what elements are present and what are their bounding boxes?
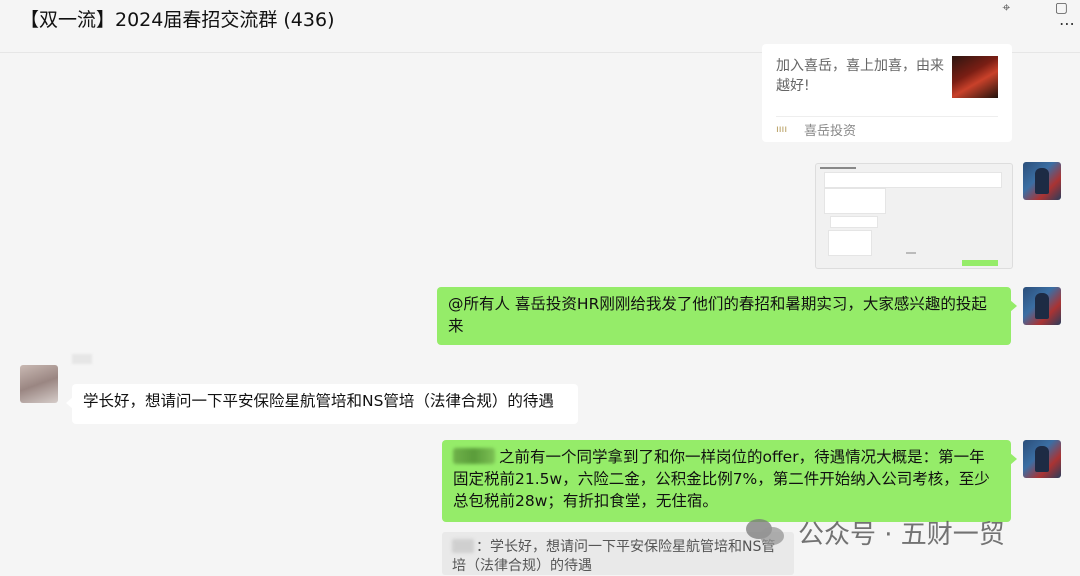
link-card-message[interactable]: 加入喜岳，喜上加喜，由来越好! ıııı 喜岳投资 [762,44,1012,142]
message-text: 之前有一个同学拿到了和你一样岗位的offer，待遇情况大概是：第一年固定税前21… [453,448,990,510]
mention-name [453,448,495,464]
self-avatar[interactable] [1023,287,1061,325]
quoted-message[interactable]: ：学长好，想请问一下平安保险星航管培和NS管培（法律合规）的待遇 [442,532,794,575]
watermark-text: 公众号 · 五财一贸 [798,519,1005,550]
sender-name [72,354,92,364]
official-account-icon: ıııı [776,124,788,135]
message-bubble-other[interactable]: 学长好，想请问一下平安保险星航管培和NS管培（法律合规）的待遇 [66,384,578,424]
card-description: 加入喜岳，喜上加喜，由来越好! [776,58,944,94]
card-divider [776,116,998,117]
pin-icon[interactable]: ⌖ [1002,0,1010,16]
more-icon[interactable]: ⋯ [1059,14,1076,33]
image-message[interactable] [815,163,1013,269]
self-avatar[interactable] [1023,162,1061,200]
chat-title: 【双一流】2024届春招交流群 (436) [20,9,335,31]
card-thumbnail [952,56,998,98]
message-text: @所有人 喜岳投资HR刚刚给我发了他们的春招和暑期实习，大家感兴趣的投起来 [448,295,987,335]
watermark: 公众号 · 五财一贸 [746,512,1005,552]
quoted-sender [452,539,474,553]
wechat-icon [746,517,786,547]
quoted-text: ：学长好，想请问一下平安保险星航管培和NS管培（法律合规）的待遇 [452,539,776,574]
message-bubble-self[interactable]: 之前有一个同学拿到了和你一样岗位的offer，待遇情况大概是：第一年固定税前21… [442,440,1017,522]
header-actions: ⌖ ▢ [962,0,1068,16]
self-avatar[interactable] [1023,440,1061,478]
message-bubble-self[interactable]: @所有人 喜岳投资HR刚刚给我发了他们的春招和暑期实习，大家感兴趣的投起来 [437,287,1017,345]
other-avatar[interactable] [20,365,58,403]
card-source-name: 喜岳投资 [804,124,857,139]
message-text: 学长好，想请问一下平安保险星航管培和NS管培（法律合规）的待遇 [83,392,554,410]
